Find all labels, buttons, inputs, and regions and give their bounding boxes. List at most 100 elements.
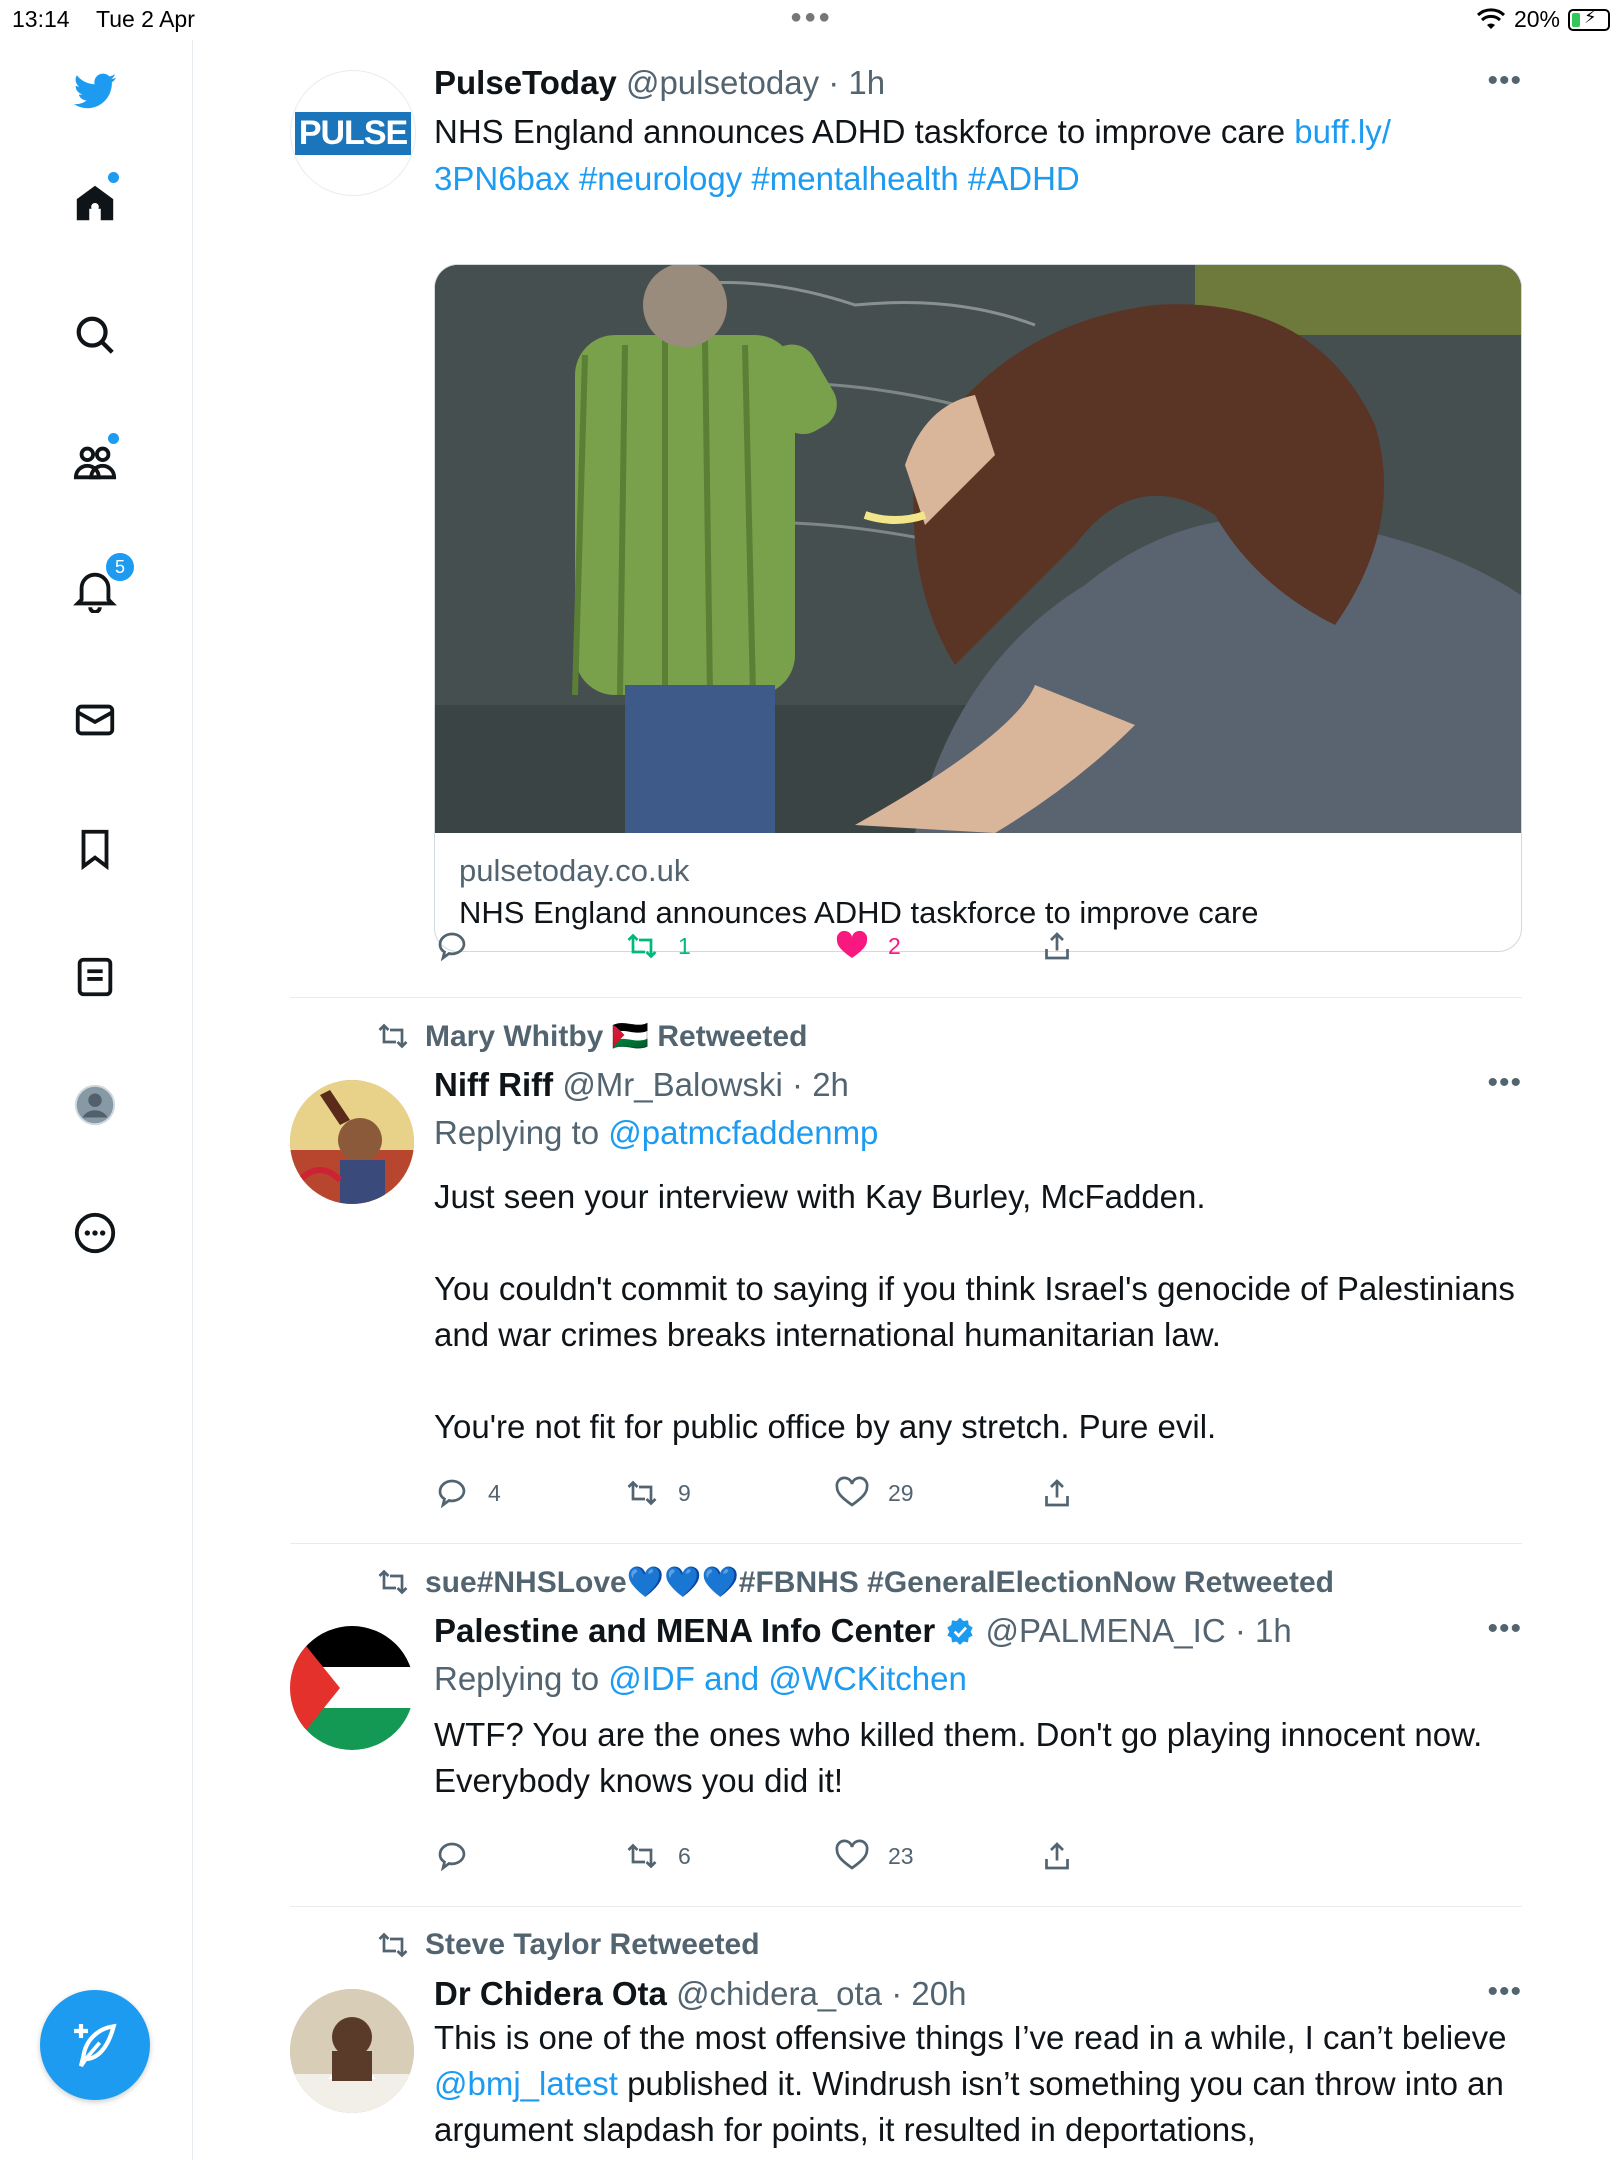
reply-icon [438,1842,466,1872]
tweet-header: PulseToday @pulsetoday · 1h [434,64,886,101]
nav-lists-icon[interactable] [70,952,120,1002]
retweet-count: 9 [678,1479,691,1506]
retweet-button[interactable]: 6 [624,1838,691,1874]
author-name[interactable]: PulseToday [434,64,617,101]
avatar[interactable]: PULSE [290,70,416,196]
link-card[interactable]: pulsetoday.co.uk NHS England announces A… [434,264,1522,952]
tweet-time[interactable]: 1h [848,64,885,101]
share-button[interactable] [1039,1475,1075,1511]
card-image [435,265,1521,833]
share-button[interactable] [1039,928,1075,964]
retweet-icon [378,1023,408,1049]
card-title: NHS England announces ADHD taskforce to … [459,895,1259,930]
retweet-button[interactable]: 1 [624,928,691,964]
tweet[interactable]: Steve Taylor Retweeted Dr Chidera Ota @c… [290,1907,1522,2167]
reply-icon [438,1479,466,1509]
avatar[interactable] [290,1080,414,1204]
tweet-paragraph: You couldn't commit to saying if you thi… [434,1270,1515,1353]
verified-badge-icon [947,1617,974,1645]
share-icon [1045,1842,1069,1870]
tweet-link-cont[interactable]: 3PN6bax [434,160,570,197]
wifi-icon [1476,7,1505,29]
like-count: 2 [888,932,901,959]
retweeted-by: Steve Taylor Retweeted [375,1927,760,1963]
replying-to-handle[interactable]: @IDF and @WCKitchen [608,1660,967,1697]
replying-to-label: Replying to [434,1114,609,1151]
tweet-text: Just seen your interview with Kay Burley… [434,1174,1522,1450]
retweeted-by: Mary Whitby 🇵🇸 Retweeted [375,1018,807,1054]
multitask-dots-icon[interactable]: ●●● [790,6,832,29]
tweet[interactable]: sue#NHSLove💙💙💙#FBNHS #GeneralElectionNow… [290,1544,1522,1907]
retweet-icon [627,1843,657,1869]
nav-communities-icon[interactable] [70,433,120,487]
author-name[interactable]: Niff Riff [434,1066,553,1103]
tweet-time[interactable]: 1h [1255,1612,1292,1649]
retweeted-by-label[interactable]: Mary Whitby 🇵🇸 Retweeted [425,1019,807,1054]
reply-button[interactable]: 4 [434,1475,501,1511]
more-options-icon[interactable]: ••• [1487,1612,1522,1646]
author-handle[interactable]: @pulsetoday [626,64,819,101]
author-name[interactable]: Palestine and MENA Info Center [434,1612,935,1649]
share-button[interactable] [1039,1838,1075,1874]
like-count: 23 [888,1842,914,1869]
tweet-mention[interactable]: @bmj_latest [434,2065,618,2102]
tweet-time[interactable]: 2h [812,1066,849,1103]
reply-button[interactable] [434,1838,488,1874]
like-button[interactable]: 29 [834,1475,914,1511]
reply-button[interactable] [434,928,488,964]
tweet-text: This is one of the most offensive things… [434,2015,1522,2153]
heart-icon [835,1476,869,1507]
replying-to-label: Replying to [434,1660,609,1697]
reply-icon [438,932,466,962]
nav-home-icon[interactable] [70,172,120,228]
twitter-logo-icon[interactable] [70,66,120,116]
tweet[interactable]: PULSE PulseToday @pulsetoday · 1h ••• NH… [290,40,1522,998]
tweet-hashtags[interactable]: #neurology #mentalhealth #ADHD [579,160,1080,197]
more-options-icon[interactable]: ••• [1487,1066,1522,1100]
author-handle[interactable]: @PALMENA_IC [986,1612,1226,1649]
nav-notifications-icon[interactable]: 5 [70,551,136,615]
nav-more-icon[interactable] [70,1208,120,1258]
tweet-text: WTF? You are the ones who killed them. D… [434,1716,1483,1799]
compose-tweet-button[interactable] [40,1990,150,2100]
retweet-icon [627,933,657,959]
replying-to-handle[interactable]: @patmcfaddenmp [608,1114,878,1151]
nav-bookmarks-icon[interactable] [70,824,120,874]
avatar[interactable] [290,1626,414,1750]
tweet-body: This is one of the most offensive things… [434,2019,1507,2056]
author-name[interactable]: Dr Chidera Ota [434,1975,667,2012]
tweet-time[interactable]: 20h [911,1975,966,2012]
retweet-count: 1 [678,932,691,959]
nav-search-icon[interactable] [70,310,120,360]
status-date: Tue 2 Apr [96,6,195,32]
tweet-paragraph: You're not fit for public office by any … [434,1408,1217,1445]
palestine-flag-icon [290,1626,414,1750]
like-button[interactable]: 23 [834,1838,914,1874]
share-icon [1045,1479,1069,1507]
tweet-header: Niff Riff @Mr_Balowski · 2h [434,1066,849,1103]
retweeted-by-label[interactable]: sue#NHSLove💙💙💙#FBNHS #GeneralElectionNow… [425,1565,1334,1600]
heart-icon [835,1839,869,1870]
status-time: 13:14 [12,6,70,32]
retweeted-by-label[interactable]: Steve Taylor Retweeted [425,1928,760,1962]
heart-filled-icon [836,930,868,958]
retweet-button[interactable]: 9 [624,1475,691,1511]
more-options-icon[interactable]: ••• [1487,64,1522,98]
battery-icon: ⚡ [1568,7,1610,31]
author-handle[interactable]: @Mr_Balowski [562,1066,783,1103]
replying-to: Replying to @IDF and @WCKitchen [434,1660,1522,1698]
replying-to: Replying to @patmcfaddenmp [434,1114,1522,1152]
more-options-icon[interactable]: ••• [1487,1975,1522,2009]
nav-profile-avatar-icon[interactable] [70,1080,120,1130]
nav-messages-icon[interactable] [70,695,120,745]
home-new-dot [108,172,119,183]
retweet-icon [627,1480,657,1506]
tweet-paragraph: Just seen your interview with Kay Burley… [434,1178,1206,1215]
timeline-feed: PULSE PulseToday @pulsetoday · 1h ••• NH… [290,40,1522,2167]
tweet-link[interactable]: buff.ly/ [1294,113,1391,150]
like-button[interactable]: 2 [834,928,901,964]
tweet[interactable]: Mary Whitby 🇵🇸 Retweeted Niff Riff @Mr_B… [290,998,1522,1544]
author-handle[interactable]: @chidera_ota [676,1975,882,2012]
retweet-icon [378,1569,408,1595]
avatar[interactable] [290,1989,414,2113]
